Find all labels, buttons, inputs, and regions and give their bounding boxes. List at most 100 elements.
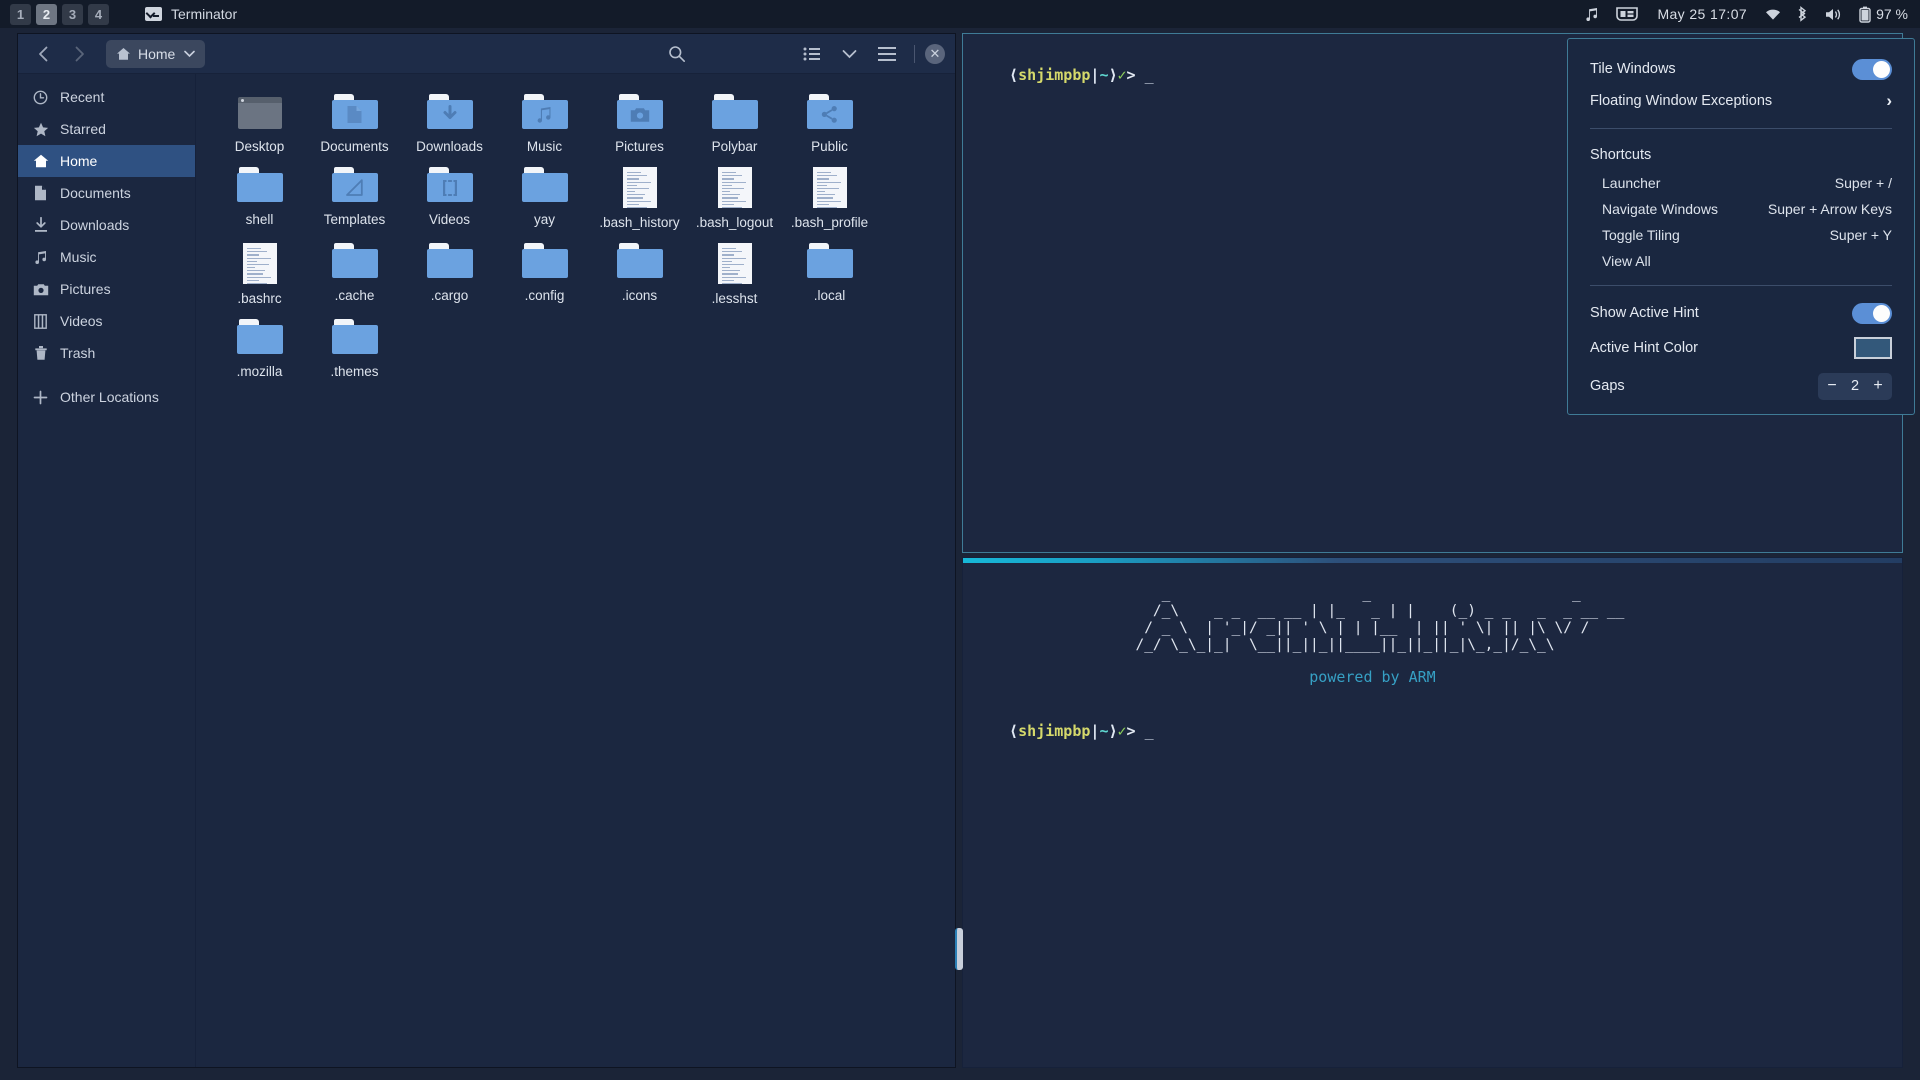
pane-resize-handle[interactable] (955, 928, 963, 970)
shortcut-label: Navigate Windows (1602, 201, 1718, 217)
file-item[interactable]: .mozilla (212, 315, 307, 388)
file-item[interactable]: Downloads (402, 90, 497, 163)
file-item[interactable]: shell (212, 163, 307, 239)
active-hint-bar (963, 558, 1902, 563)
file-item[interactable]: Polybar (687, 90, 782, 163)
file-item[interactable]: Public (782, 90, 877, 163)
trash-icon (32, 345, 49, 361)
breadcrumb[interactable]: Home (106, 39, 206, 68)
window-layout-icon[interactable] (1607, 0, 1647, 28)
shortcut-row-launcher[interactable]: Launcher Super + / (1568, 170, 1914, 196)
sidebar-item-recent[interactable]: Recent (18, 81, 195, 113)
show-active-hint-row[interactable]: Show Active Hint (1568, 297, 1914, 329)
shortcut-row-toggle-tiling[interactable]: Toggle Tiling Super + Y (1568, 222, 1914, 248)
file-item[interactable]: Videos (402, 163, 497, 239)
sidebar-item-label: Trash (60, 345, 96, 361)
tile-windows-toggle[interactable] (1852, 58, 1892, 80)
file-item[interactable]: .cargo (402, 239, 497, 315)
file-item[interactable]: .config (497, 239, 592, 315)
bluetooth-icon[interactable] (1789, 0, 1817, 28)
file-manager-toolbar: Home ✕ (18, 34, 955, 74)
shortcut-keys: Super + / (1834, 175, 1892, 191)
file-item[interactable]: yay (497, 163, 592, 239)
back-button[interactable] (28, 40, 58, 68)
gaps-row[interactable]: Gaps − 2 + (1568, 367, 1914, 405)
download-icon (32, 217, 49, 233)
file-item[interactable]: Pictures (592, 90, 687, 163)
file-item-label: .themes (330, 364, 379, 379)
clock[interactable]: May 25 17:07 (1647, 6, 1757, 22)
file-item[interactable]: Templates (307, 163, 402, 239)
file-item[interactable]: Documents (307, 90, 402, 163)
floating-exceptions-row[interactable]: Floating Window Exceptions › (1568, 85, 1914, 117)
file-item[interactable]: .themes (307, 315, 402, 388)
shortcut-label: Toggle Tiling (1602, 227, 1680, 243)
file-item[interactable]: .bash_profile (782, 163, 877, 239)
music-note-icon[interactable] (1577, 0, 1607, 28)
volume-icon[interactable] (1817, 0, 1851, 28)
sidebar-item-home[interactable]: Home (18, 145, 195, 177)
wifi-icon[interactable] (1757, 0, 1789, 28)
hamburger-menu-icon[interactable] (870, 39, 904, 69)
shortcut-label: Launcher (1602, 175, 1661, 191)
terminal-pane-bottom[interactable]: _ _ _ /_\ _ _ __ __ | |_ _ | | (_) _ _ _… (962, 557, 1903, 1068)
file-item-label: .bash_history (599, 215, 680, 230)
file-icon-grid: Desktop Documents Downloads Music Pictures Po… (212, 90, 947, 388)
workspace-button-2[interactable]: 2 (36, 3, 57, 25)
file-item[interactable]: .cache (307, 239, 402, 315)
list-view-icon[interactable] (794, 39, 828, 69)
sidebar-item-trash[interactable]: Trash (18, 337, 195, 369)
workspace-button-4[interactable]: 4 (88, 3, 109, 25)
workspace-switcher[interactable]: 1234 (10, 3, 109, 25)
file-item[interactable]: .icons (592, 239, 687, 315)
show-active-hint-toggle[interactable] (1852, 302, 1892, 324)
active-hint-color-swatch[interactable] (1854, 337, 1892, 359)
sidebar-item-starred[interactable]: Starred (18, 113, 195, 145)
sidebar-item-other-locations[interactable]: Other Locations (18, 381, 195, 413)
shortcut-row-view-all[interactable]: View All (1568, 248, 1914, 274)
gaps-increment-button[interactable]: + (1870, 377, 1886, 395)
file-manager-content[interactable]: Desktop Documents Downloads Music Pictures Po… (196, 74, 955, 1067)
file-item[interactable]: Desktop (212, 90, 307, 163)
file-item-label: .bash_logout (695, 215, 774, 230)
file-item[interactable]: .lesshst (687, 239, 782, 315)
shortcut-row-navigate-windows[interactable]: Navigate Windows Super + Arrow Keys (1568, 196, 1914, 222)
sidebar-item-music[interactable]: Music (18, 241, 195, 273)
text-file-icon (812, 167, 847, 209)
file-item-label: Pictures (615, 139, 664, 154)
sidebar-item-pictures[interactable]: Pictures (18, 273, 195, 305)
close-icon[interactable]: ✕ (925, 43, 945, 64)
view-options-chevron-down-icon[interactable] (832, 39, 866, 69)
panel-divider-1 (1590, 128, 1892, 129)
active-hint-color-row[interactable]: Active Hint Color (1568, 329, 1914, 367)
file-item[interactable]: .bashrc (212, 239, 307, 315)
prompt-close-bracket: ⟩ (1108, 722, 1118, 740)
forward-button[interactable] (64, 40, 94, 68)
system-tray: May 25 17:07 97 % (1577, 0, 1908, 28)
file-item[interactable]: Music (497, 90, 592, 163)
workspace-button-1[interactable]: 1 (10, 3, 31, 25)
sidebar-item-label: Starred (60, 121, 106, 137)
sidebar-item-documents[interactable]: Documents (18, 177, 195, 209)
file-item[interactable]: .bash_history (592, 163, 687, 239)
search-icon[interactable] (660, 39, 694, 69)
folder-icon (331, 94, 378, 132)
gaps-decrement-button[interactable]: − (1824, 377, 1840, 395)
workspace-button-3[interactable]: 3 (62, 3, 83, 25)
battery-icon[interactable] (1851, 0, 1873, 28)
folder-icon (521, 94, 568, 132)
top-bar: 1234 Terminator May 25 17:07 97 % (0, 0, 1920, 28)
desktop-window-icon (237, 94, 283, 132)
powered-by-label: powered by ARM (1309, 668, 1436, 686)
sidebar-item-videos[interactable]: Videos (18, 305, 195, 337)
sidebar-item-label: Music (60, 249, 97, 265)
tile-windows-row[interactable]: Tile Windows (1568, 53, 1914, 85)
prompt-status-check: ✓ (1117, 722, 1127, 740)
chevron-right-icon[interactable]: › (1886, 91, 1892, 111)
sidebar-item-downloads[interactable]: Downloads (18, 209, 195, 241)
prompt-status-check: ✓ (1117, 66, 1127, 84)
file-item[interactable]: .local (782, 239, 877, 315)
file-item[interactable]: .bash_logout (687, 163, 782, 239)
text-file-icon (717, 167, 752, 209)
